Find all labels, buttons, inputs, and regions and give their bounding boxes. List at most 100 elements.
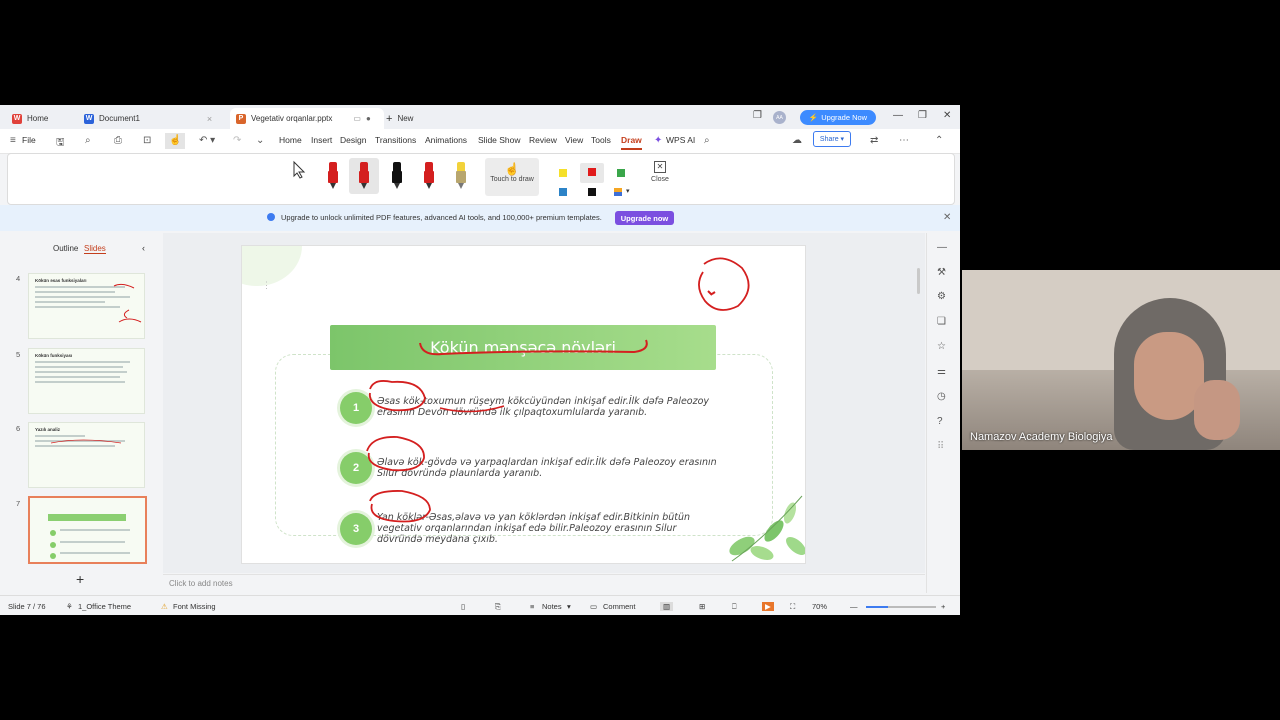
menu-home[interactable]: Home bbox=[279, 135, 302, 145]
banner-upgrade-button[interactable]: Upgrade now bbox=[615, 211, 674, 225]
menu-animations[interactable]: Animations bbox=[425, 135, 467, 145]
preview-icon[interactable]: ⊡ bbox=[143, 135, 151, 146]
pen-red-1[interactable] bbox=[326, 162, 340, 190]
swatch-black[interactable] bbox=[588, 188, 596, 196]
ai-design-icon[interactable]: ⚙ bbox=[937, 291, 946, 302]
menu-transitions[interactable]: Transitions bbox=[375, 135, 416, 145]
collab-icon[interactable]: ⇄ bbox=[870, 135, 878, 146]
banner-close-icon[interactable]: ✕ bbox=[943, 212, 951, 223]
slide-thumbnail-selected[interactable] bbox=[28, 496, 147, 564]
pen-black[interactable] bbox=[390, 162, 404, 190]
highlighter-yellow[interactable] bbox=[454, 162, 468, 190]
add-slide-icon[interactable]: + bbox=[76, 571, 84, 587]
print-icon[interactable]: ⎙ bbox=[114, 135, 122, 146]
layers-icon[interactable]: ❏ bbox=[937, 316, 946, 327]
menu-design[interactable]: Design bbox=[340, 135, 366, 145]
redo-icon[interactable]: ↷ bbox=[233, 135, 241, 146]
swatch-more-colors[interactable] bbox=[614, 188, 622, 196]
slide-thumbnail[interactable]: Kökün əsas funksiyaları bbox=[28, 273, 145, 339]
history-icon[interactable]: ◷ bbox=[937, 391, 946, 402]
tab-slides[interactable]: Slides bbox=[84, 244, 106, 254]
restore-icon[interactable]: ❐ bbox=[918, 110, 927, 121]
notes-pane[interactable]: Click to add notes bbox=[163, 574, 925, 594]
font-missing[interactable]: Font Missing bbox=[173, 602, 216, 611]
canvas-scrollbar[interactable] bbox=[917, 268, 920, 294]
menu-draw[interactable]: Draw bbox=[621, 135, 642, 150]
swatch-blue[interactable] bbox=[559, 188, 567, 196]
slide-thumbnail[interactable]: Yazılı analiz bbox=[28, 422, 145, 488]
pen-red-3[interactable] bbox=[422, 162, 436, 190]
notes-dropdown-icon[interactable]: ▾ bbox=[567, 602, 571, 611]
zoom-level[interactable]: 70% bbox=[812, 602, 827, 611]
close-icon[interactable]: × bbox=[207, 114, 212, 124]
sliders-icon[interactable]: ⚌ bbox=[937, 366, 946, 377]
hand-tool-icon[interactable]: ☝ bbox=[165, 133, 186, 149]
menu-file[interactable]: File bbox=[22, 135, 36, 145]
reading-icon[interactable]: ▯ bbox=[461, 602, 465, 611]
share-button[interactable]: Share ▾ bbox=[813, 131, 851, 147]
tab-outline[interactable]: Outline bbox=[53, 244, 78, 253]
menu-view[interactable]: View bbox=[565, 135, 583, 145]
grid-icon[interactable]: ⠿ bbox=[937, 441, 944, 452]
swatch-yellow[interactable] bbox=[559, 169, 567, 177]
menu-review[interactable]: Review bbox=[529, 135, 557, 145]
fit-icon[interactable]: ⛶ bbox=[790, 602, 795, 612]
reading-view-icon[interactable]: ⎕ bbox=[732, 602, 737, 612]
window-tile-icon[interactable]: ❐ bbox=[753, 110, 762, 121]
upgrade-banner: Upgrade to unlock unlimited PDF features… bbox=[0, 205, 960, 231]
share-label: Share bbox=[819, 135, 839, 143]
screen-icon: ▭ bbox=[353, 114, 361, 123]
tab-new[interactable]: + New bbox=[386, 108, 436, 129]
slideshow-icon[interactable]: ▶ bbox=[762, 602, 774, 611]
menu-insert[interactable]: Insert bbox=[311, 135, 332, 145]
zoom-out-icon[interactable]: — bbox=[850, 602, 858, 611]
thumbnail-title: Kökün funksiyası bbox=[35, 353, 73, 358]
status-bar: Slide 7 / 76 ⚘ 1_Office Theme ⚠ Font Mis… bbox=[0, 595, 960, 615]
pen-red-2[interactable] bbox=[357, 162, 371, 190]
save-icon[interactable]: 🖫 bbox=[56, 135, 65, 152]
slide-counter[interactable]: Slide 7 / 76 bbox=[8, 602, 46, 611]
banner-text: Upgrade to unlock unlimited PDF features… bbox=[281, 213, 602, 222]
menu-tools[interactable]: Tools bbox=[591, 135, 611, 145]
tab-home[interactable]: W Home bbox=[10, 108, 82, 129]
find-icon[interactable]: ⌕ bbox=[85, 135, 91, 146]
menu-slide-show[interactable]: Slide Show bbox=[478, 135, 521, 145]
close-draw-button[interactable]: ✕ Close bbox=[648, 161, 672, 183]
menu-bar: ≡ File 🖫 ⌕ ⎙ ⊡ ☝ ↶ ▾ ↷ ⌄ Home Insert Des… bbox=[0, 129, 960, 154]
cloud-icon[interactable]: ☁ bbox=[792, 135, 802, 146]
tab-pptx[interactable]: P Vegetativ orqanlar.pptx ▭ ● bbox=[230, 108, 384, 129]
current-slide[interactable]: ⋮ Kökün mənşəcə növləri 1 Əsas kök-toxum… bbox=[241, 245, 806, 564]
notes-toggle[interactable]: Notes bbox=[542, 602, 562, 611]
undo-icon[interactable]: ↶ ▾ bbox=[199, 135, 215, 146]
touch-to-draw-button[interactable]: ☝ Touch to draw bbox=[485, 158, 539, 196]
search-icon[interactable]: ⌕ bbox=[704, 135, 710, 146]
magic-icon[interactable]: ⚒ bbox=[937, 267, 946, 278]
swatch-red[interactable] bbox=[588, 168, 596, 176]
zoom-slider[interactable] bbox=[866, 606, 936, 608]
menu-wps-ai[interactable]: WPS AI bbox=[666, 135, 695, 145]
comment-button[interactable]: Comment bbox=[603, 602, 636, 611]
window-close-icon[interactable]: ✕ bbox=[943, 110, 951, 121]
zoom-in-icon[interactable]: + bbox=[941, 602, 945, 611]
swatch-dropdown-icon[interactable]: ▾ bbox=[626, 187, 630, 195]
minimize-icon[interactable]: — bbox=[893, 110, 903, 121]
avatar[interactable]: AA bbox=[773, 111, 786, 124]
dash-icon[interactable]: — bbox=[937, 242, 947, 253]
theme-name[interactable]: 1_Office Theme bbox=[78, 602, 131, 611]
help-icon[interactable]: ? bbox=[937, 416, 943, 427]
tab-document1[interactable]: W Document1 × bbox=[82, 108, 224, 129]
hamburger-icon[interactable]: ≡ bbox=[10, 135, 16, 146]
comment-icon: ▭ bbox=[590, 602, 598, 611]
more-dropdown-icon[interactable]: ⌄ bbox=[256, 135, 264, 146]
star-icon[interactable]: ☆ bbox=[937, 341, 946, 352]
thumbnail-title-bar bbox=[48, 514, 126, 521]
upgrade-now-button[interactable]: ⚡ Upgrade Now bbox=[800, 110, 876, 125]
collapse-panel-icon[interactable]: ‹ bbox=[142, 243, 145, 253]
swatch-green[interactable] bbox=[617, 169, 625, 177]
slide-thumbnail[interactable]: Kökün funksiyası bbox=[28, 348, 145, 414]
more-icon[interactable]: ⋯ bbox=[899, 135, 909, 146]
normal-view-icon[interactable]: ▥ bbox=[660, 602, 674, 611]
collapse-ribbon-icon[interactable]: ⌃ bbox=[935, 135, 943, 146]
export-icon[interactable]: ⎘ bbox=[495, 602, 501, 612]
sorter-view-icon[interactable]: ⊞ bbox=[699, 602, 705, 611]
